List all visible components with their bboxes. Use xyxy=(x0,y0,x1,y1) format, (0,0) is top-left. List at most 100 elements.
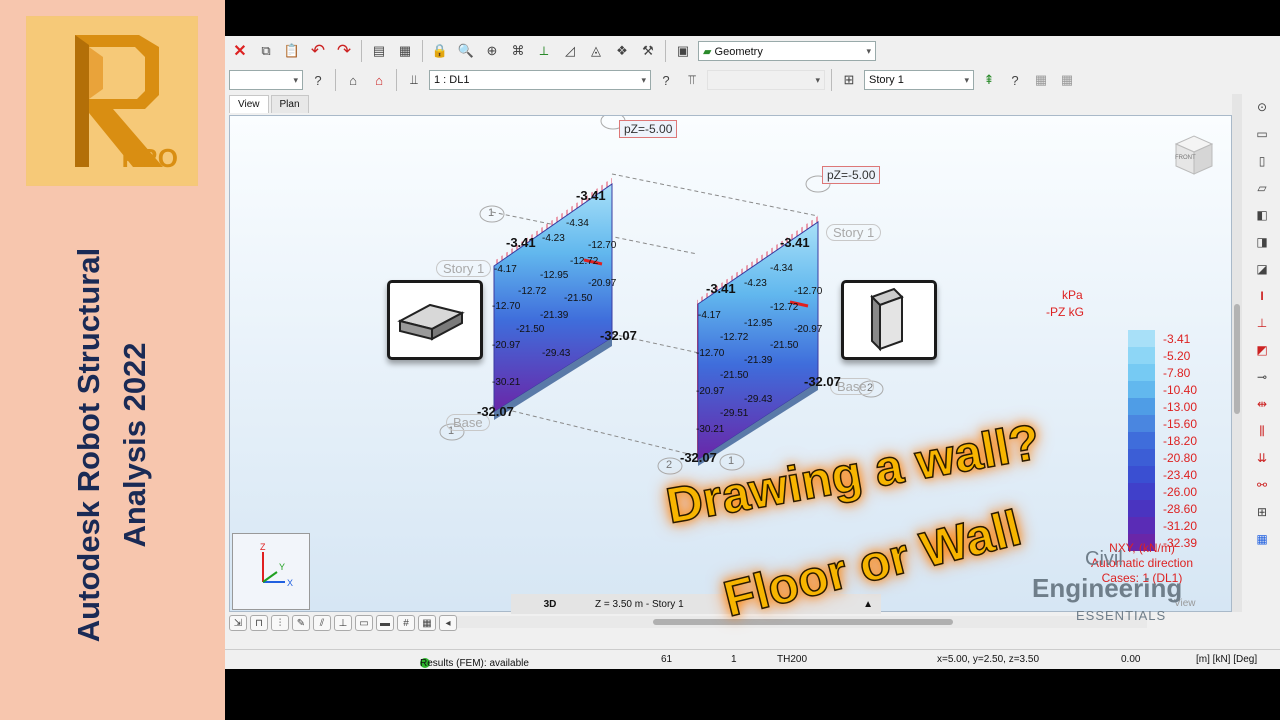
wall-value: -20.97 xyxy=(588,278,617,289)
cable-icon[interactable]: ⫼ xyxy=(1251,420,1273,442)
story-up-icon[interactable]: ⇞ xyxy=(978,69,1000,91)
link-icon[interactable]: ⚯ xyxy=(1251,474,1273,496)
structure-view-red-icon[interactable]: ⌂ xyxy=(368,69,390,91)
display-icon[interactable]: ▬ xyxy=(376,615,394,631)
node-number: 1 xyxy=(488,207,495,219)
redo-icon[interactable]: ↷ xyxy=(333,40,355,62)
load-help-icon[interactable]: ? xyxy=(655,69,677,91)
layout-selector[interactable]: ▰ Geometry ▾ xyxy=(698,41,876,61)
offset-icon[interactable]: ⇹ xyxy=(1251,393,1273,415)
wall-value: -20.97 xyxy=(696,386,725,397)
view-3d-icon[interactable]: ❖ xyxy=(611,40,633,62)
scroll-thumb[interactable] xyxy=(1234,304,1240,414)
copy-icon[interactable]: ⧉ xyxy=(255,40,277,62)
vertical-scrollbar[interactable] xyxy=(1232,94,1242,612)
panel-icon[interactable]: ◪ xyxy=(1251,258,1273,280)
node-icon[interactable]: ⊙ xyxy=(1251,96,1273,118)
tab-plan[interactable]: Plan xyxy=(270,95,309,113)
legend-swatch xyxy=(1128,381,1155,398)
legend-row: -26.00 xyxy=(1128,483,1197,500)
support-icon[interactable]: ⊥ xyxy=(1251,312,1273,334)
section-icon[interactable]: ◬ xyxy=(585,40,607,62)
story-help-icon[interactable]: ? xyxy=(1004,69,1026,91)
story-table2-icon[interactable]: ▦ xyxy=(1056,69,1078,91)
wall-value: -12.95 xyxy=(744,318,773,329)
model-viewport[interactable]: 1 1 2 2 1 pZ=-5.00 pZ=-5.00 Story 1 Stor… xyxy=(229,115,1232,612)
mode-combo[interactable]: ▾ xyxy=(707,70,825,90)
display-icon[interactable]: ◂ xyxy=(439,615,457,631)
node-number: 2 xyxy=(666,459,673,471)
right-toolbar: ⊙ ▭ ▯ ▱ ◧ ◨ ◪ I ⊥ ◩ ⊸ ⇹ ⫼ ⇊ ⚯ ⊞ ▦ xyxy=(1247,96,1277,550)
supports-icon[interactable]: ⟂ xyxy=(533,40,555,62)
story-icon[interactable]: ⊞ xyxy=(838,69,860,91)
zoom-window-icon[interactable]: ⊕ xyxy=(481,40,503,62)
load-case-selector[interactable]: 1 : DL1 ▾ xyxy=(429,70,651,90)
display-toolbar: ⇲ ⊓ ⫶ ✎ ⫽ ⊥ ▭ ▬ # ▦ ◂ xyxy=(229,613,457,633)
load-definition-icon[interactable]: ⫪ xyxy=(681,69,703,91)
wall-value: -12.72 xyxy=(518,286,547,297)
delete-icon[interactable]: ✕ xyxy=(229,40,251,62)
layout-selector-value: Geometry xyxy=(714,45,763,58)
wall-value: -3.41 xyxy=(706,281,736,296)
table-edit-icon[interactable]: ▦ xyxy=(394,40,416,62)
horizontal-scrollbar[interactable] xyxy=(457,616,1147,628)
lock-icon[interactable]: 🔒 xyxy=(429,40,451,62)
wall-illustration xyxy=(841,280,937,360)
story-label: Story 1 xyxy=(826,224,882,241)
structure-model-icon[interactable]: ⌘ xyxy=(507,40,529,62)
material-icon[interactable]: ◩ xyxy=(1251,339,1273,361)
wall-value: -30.21 xyxy=(492,377,521,388)
story-table-icon[interactable]: ▦ xyxy=(1030,69,1052,91)
display-icon[interactable]: ▭ xyxy=(355,615,373,631)
scroll-thumb[interactable] xyxy=(653,619,953,625)
display-icon[interactable]: ⊥ xyxy=(334,615,352,631)
dimension-icon[interactable]: ◿ xyxy=(559,40,581,62)
display-icon[interactable]: ▦ xyxy=(418,615,436,631)
display-icon[interactable]: ⊓ xyxy=(250,615,268,631)
load-label[interactable]: pZ=-5.00 xyxy=(822,166,881,184)
view-arrow-icon[interactable]: ▲ xyxy=(863,599,881,610)
display-icon[interactable]: ⫶ xyxy=(271,615,289,631)
load-label[interactable]: pZ=-5.00 xyxy=(619,120,678,138)
column-icon[interactable]: ▯ xyxy=(1251,150,1273,172)
toolbar-separator xyxy=(831,69,832,91)
structure-view-icon[interactable]: ⌂ xyxy=(342,69,364,91)
mesh-icon[interactable]: ⊞ xyxy=(1251,501,1273,523)
selection-help-icon[interactable]: ? xyxy=(307,69,329,91)
legend-row: -15.60 xyxy=(1128,415,1197,432)
paste-icon[interactable]: 📋 xyxy=(281,40,303,62)
course-title: Autodesk Robot Structural Analysis 2022 xyxy=(66,248,158,642)
wall-value: -4.23 xyxy=(744,278,767,289)
section-i-icon[interactable]: I xyxy=(1251,285,1273,307)
display-icon[interactable]: ⇲ xyxy=(229,615,247,631)
svg-text:X: X xyxy=(287,578,293,588)
display-icon[interactable]: ✎ xyxy=(292,615,310,631)
zoom-icon[interactable]: 🔍 xyxy=(455,40,477,62)
view-cube[interactable]: FRONT xyxy=(1170,130,1218,178)
release-icon[interactable]: ⊸ xyxy=(1251,366,1273,388)
status-value: 0.00 xyxy=(1121,654,1141,665)
load-case-icon[interactable]: ⫫ xyxy=(403,69,425,91)
load-icon[interactable]: ⇊ xyxy=(1251,447,1273,469)
wall-value: -21.50 xyxy=(516,324,545,335)
legend-row: -18.20 xyxy=(1128,432,1197,449)
story-selector[interactable]: Story 1 ▾ xyxy=(864,70,974,90)
display-icon[interactable]: # xyxy=(397,615,415,631)
legend-swatch xyxy=(1128,483,1155,500)
legend-value: -31.20 xyxy=(1163,518,1198,533)
legend-value: -7.80 xyxy=(1163,365,1191,380)
selection-combo[interactable]: ▾ xyxy=(229,70,303,90)
view-mode[interactable]: 3D xyxy=(511,599,589,610)
display-icon[interactable]: ⫽ xyxy=(313,615,331,631)
wall-icon[interactable]: ◧ xyxy=(1251,204,1273,226)
tab-view[interactable]: View xyxy=(229,95,269,113)
undo-icon[interactable]: ↶ xyxy=(307,40,329,62)
slab-icon[interactable]: ▱ xyxy=(1251,177,1273,199)
tables-icon[interactable]: ▤ xyxy=(368,40,390,62)
tools-icon[interactable]: ⚒ xyxy=(637,40,659,62)
legend-row: -7.80 xyxy=(1128,364,1197,381)
bar-icon[interactable]: ▭ xyxy=(1251,123,1273,145)
table-icon[interactable]: ▦ xyxy=(1251,528,1273,550)
wall-opening-icon[interactable]: ◨ xyxy=(1251,231,1273,253)
layout-icon[interactable]: ▣ xyxy=(672,40,694,62)
